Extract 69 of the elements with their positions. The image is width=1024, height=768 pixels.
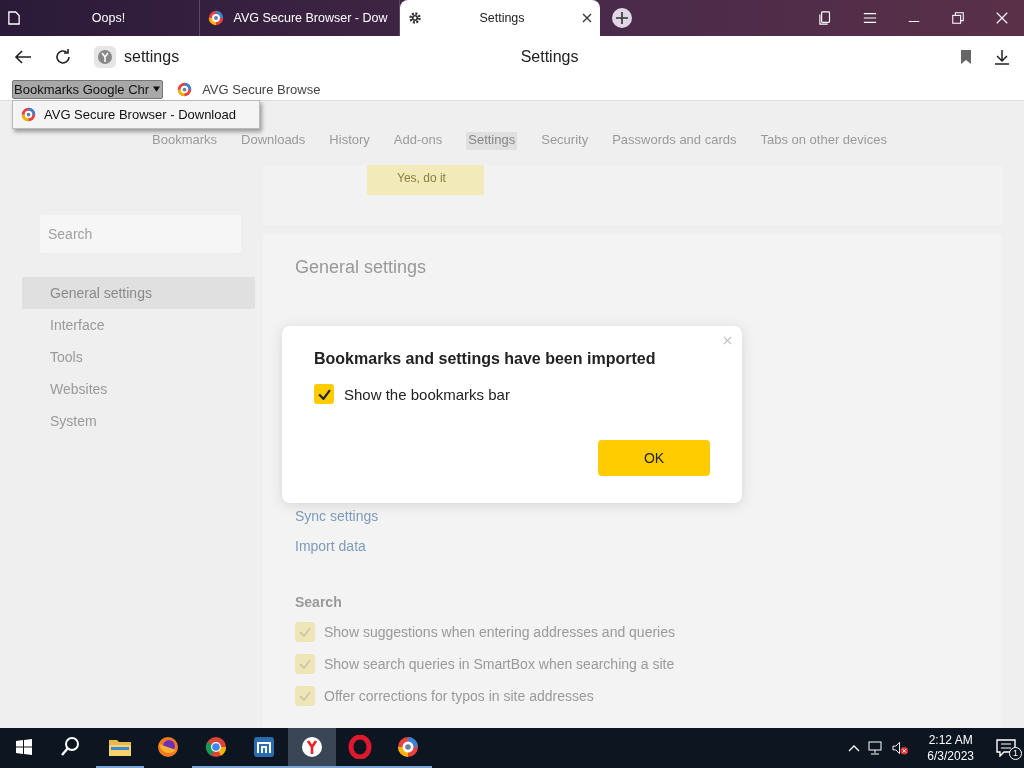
ok-button[interactable]: OK: [598, 440, 710, 476]
notification-icon[interactable]: [996, 739, 1016, 757]
section-heading: Search: [295, 594, 343, 610]
checkbox[interactable]: [314, 384, 334, 404]
firefox-icon[interactable]: [156, 735, 180, 759]
chevron-up-icon[interactable]: [848, 744, 861, 752]
browser-logo-icon: [208, 10, 224, 26]
speaker-muted-icon[interactable]: [892, 740, 910, 756]
option-label: Show search queries in SmartBox when searching a site: [324, 656, 675, 672]
reload-icon[interactable]: [54, 48, 72, 66]
browser-logo-icon: [177, 81, 193, 97]
checkbox-label: Show the bookmarks bar: [344, 385, 510, 403]
browser-logo-icon: [21, 107, 36, 122]
bookmark-icon[interactable]: [960, 49, 972, 65]
new-tab-icon[interactable]: [611, 7, 633, 29]
settings-tab[interactable]: Security: [541, 132, 589, 150]
sidebar-item[interactable]: Tools: [22, 341, 255, 373]
check-icon: [299, 627, 311, 637]
page-title: Settings: [519, 48, 580, 66]
browser-tab[interactable]: Settings: [400, 0, 600, 36]
menu-icon[interactable]: [863, 11, 877, 25]
address-field[interactable]: settings: [124, 48, 180, 66]
close-icon[interactable]: [582, 13, 592, 23]
sidebar-item[interactable]: Websites: [22, 373, 255, 405]
settings-tab[interactable]: Passwords and cards: [612, 132, 737, 150]
page-icon: [8, 11, 20, 25]
section-title: General settings: [295, 257, 428, 278]
notification-count: 1: [1009, 747, 1022, 760]
opera-icon[interactable]: [348, 735, 372, 759]
maxthon-icon[interactable]: [252, 735, 276, 759]
chrome-icon[interactable]: [204, 735, 228, 759]
sidebar-item[interactable]: General settings: [22, 277, 255, 309]
settings-tab[interactable]: Add-ons: [393, 132, 443, 150]
sidebar-item[interactable]: System: [22, 405, 255, 437]
clock-date[interactable]: 6/3/2023: [927, 748, 974, 764]
check-icon: [317, 388, 331, 400]
option-label: Offer corrections for typos in site addresses: [324, 688, 594, 704]
tabs-icon[interactable]: [819, 11, 833, 25]
checkbox[interactable]: [295, 622, 315, 642]
browser-logo-icon[interactable]: [396, 735, 420, 759]
yandex-icon[interactable]: [300, 735, 324, 759]
windows-start-icon[interactable]: [16, 739, 32, 755]
check-icon: [299, 659, 311, 669]
bookmark-menu-item[interactable]: AVG Secure Browser - Download: [13, 101, 259, 128]
checkbox[interactable]: [295, 654, 315, 674]
settings-link[interactable]: Import data: [295, 538, 970, 554]
sidebar-item[interactable]: Interface: [22, 309, 255, 341]
settings-tab[interactable]: Tabs on other devices: [760, 132, 887, 150]
settings-tab[interactable]: History: [329, 132, 370, 150]
caret-icon: [153, 86, 161, 92]
option-label: Show suggestions when entering addresses and queries: [324, 624, 675, 640]
bookmark-folder[interactable]: Bookmarks Google Chr: [12, 79, 164, 99]
check-icon: [299, 691, 311, 701]
settings-tab[interactable]: Downloads: [241, 132, 306, 150]
restore-icon[interactable]: [951, 11, 965, 25]
dialog-title: Bookmarks and settings have been imported: [314, 350, 657, 368]
settings-tab[interactable]: Settings: [466, 132, 518, 150]
bookmark-link[interactable]: AVG Secure Browse: [177, 81, 321, 97]
download-icon[interactable]: [994, 49, 1010, 65]
settings-tab[interactable]: Bookmarks: [152, 132, 218, 150]
gear-icon: [408, 11, 422, 25]
confirm-button[interactable]: Yes, do it: [367, 165, 484, 195]
back-icon[interactable]: [14, 49, 32, 65]
search-field[interactable]: Search: [40, 215, 241, 253]
clock-time[interactable]: 2:12 AM: [928, 732, 973, 748]
network-icon[interactable]: [868, 740, 885, 756]
settings-link[interactable]: Sync settings: [295, 508, 970, 524]
site-icon: [94, 46, 116, 68]
checkbox[interactable]: [295, 686, 315, 706]
